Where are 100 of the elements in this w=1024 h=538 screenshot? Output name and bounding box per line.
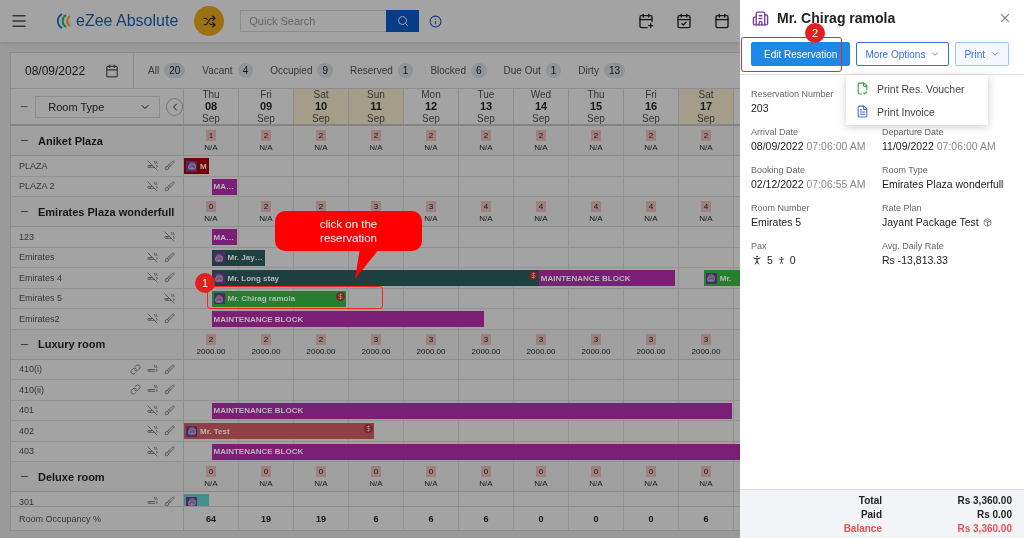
field-value: 11/09/2022 07:06:00 AM	[882, 140, 996, 152]
availability-count: 2	[260, 130, 272, 141]
child-count: 0	[789, 254, 796, 266]
calendar-check-icon[interactable]	[676, 13, 692, 29]
filter-chip[interactable]: Blocked 6	[430, 63, 487, 78]
room-type-select[interactable]: Room Type	[35, 95, 161, 118]
building-icon	[213, 272, 225, 284]
rate-text: N/A	[479, 214, 493, 223]
search-field[interactable]: Quick Search	[240, 10, 387, 32]
availability-count: 2	[700, 130, 712, 141]
total-value: Rs 3,360.00	[956, 495, 1012, 506]
app-logo-text: eZee Absolute	[76, 12, 179, 30]
availability-count: 2	[590, 130, 602, 141]
rate-text: 2000.00	[691, 346, 721, 356]
room-name: 401	[19, 405, 36, 416]
rate-text: N/A	[204, 214, 218, 223]
availability-count: 4	[700, 201, 712, 212]
shuffle-icon	[202, 14, 216, 28]
adult-count: 5	[767, 254, 773, 266]
menu-item[interactable]: Print Invoice	[846, 100, 988, 123]
availability-count: 2	[645, 130, 657, 141]
availability-count: 3	[425, 333, 437, 345]
occupancy-value: 19	[294, 507, 349, 530]
filter-chip[interactable]: Vacant 4	[202, 63, 254, 78]
menu-item[interactable]: Print Res. Voucher	[846, 77, 988, 100]
block-bar[interactable]: MA…	[211, 178, 238, 195]
building-icon	[186, 496, 197, 506]
availability-count: 0	[480, 466, 492, 477]
search-button[interactable]	[386, 10, 420, 32]
day-header: Sat 17 Sep	[679, 89, 734, 124]
reservation-bar[interactable]: Mr. Long stay	[211, 270, 539, 286]
building-icon	[705, 272, 717, 284]
rate-text: N/A	[369, 143, 383, 152]
package-icon	[982, 217, 992, 227]
field-label: Rate Plan	[882, 203, 923, 213]
file-icon	[856, 105, 869, 118]
occupancy-value: 6	[679, 507, 734, 530]
availability-count: 4	[535, 201, 547, 212]
close-icon[interactable]	[998, 11, 1012, 25]
edit-button[interactable]: Edit Reservation	[751, 42, 851, 66]
filter-chip[interactable]: Occupied 9	[270, 63, 333, 78]
field-label: Departure Date	[882, 127, 945, 137]
field-value: Emirates 5	[751, 216, 802, 228]
occupancy-value: 19	[239, 507, 294, 530]
total-value: Rs 0.00	[975, 509, 1012, 520]
room-type-name: Emirates Plaza wonderfull	[38, 205, 175, 218]
reservation-bar[interactable]	[184, 494, 210, 506]
availability-count: 0	[315, 466, 327, 477]
availability-count: 4	[590, 201, 602, 212]
calendar-icon[interactable]	[714, 13, 730, 29]
occupancy-value: 6	[404, 507, 459, 530]
rate-text: N/A	[534, 479, 548, 488]
building-icon	[213, 293, 225, 304]
field-label: Pax	[751, 241, 768, 251]
adult-icon	[751, 254, 763, 266]
availability-count: 2	[535, 130, 547, 141]
occupancy-value: 6	[459, 507, 514, 530]
rate-text: N/A	[259, 214, 273, 223]
info-icon[interactable]	[429, 14, 443, 28]
reservation-bar[interactable]: M	[184, 158, 210, 174]
field-value: Emirates Plaza wonderfull	[882, 178, 1004, 190]
dropdown-button[interactable]: Print	[955, 42, 1009, 66]
previous-button[interactable]	[166, 97, 183, 116]
block-bar[interactable]: MAINTENANCE BLOCK	[211, 443, 740, 460]
availability-count: 3	[370, 333, 382, 345]
field-value: 02/12/2022 07:06:55 AM	[751, 178, 866, 190]
room-name: 123	[19, 231, 36, 242]
reservation-bar[interactable]: Mr. Jay…	[211, 249, 265, 266]
field-value: Rs -13,813.33	[882, 254, 948, 266]
rate-text: N/A	[699, 214, 713, 223]
filter-chip[interactable]: Dirty 13	[578, 63, 626, 78]
building-icon	[213, 252, 225, 263]
block-bar[interactable]: MAINTENANCE BLOCK	[211, 402, 733, 419]
rate-text: N/A	[534, 214, 548, 223]
reservation-bar[interactable]: Mr. Test	[184, 423, 374, 439]
shuffle-button[interactable]	[194, 6, 225, 36]
room-name: Emirates	[19, 252, 56, 263]
building-icon	[752, 9, 769, 27]
occupancy-value: 0	[569, 507, 624, 530]
block-bar[interactable]: MAINTENANCE BLOCK	[211, 311, 484, 327]
calendar-icon[interactable]	[105, 63, 119, 78]
availability-count: 0	[425, 466, 437, 477]
availability-count: 0	[700, 466, 712, 477]
filter-chip[interactable]: Reserved 1	[350, 63, 414, 78]
filter-chip[interactable]: Due Out 1	[503, 63, 562, 78]
block-bar[interactable]: MA…	[211, 229, 238, 245]
availability-count: 2	[480, 130, 492, 141]
guest-name: Mr. Chirag ramola	[777, 10, 897, 26]
availability-count: 0	[370, 466, 382, 477]
rate-text: N/A	[589, 143, 603, 152]
rate-text: N/A	[204, 479, 218, 488]
dropdown-button[interactable]: More Options	[856, 42, 950, 66]
calendar-plus-icon[interactable]	[638, 13, 654, 29]
building-icon	[186, 160, 197, 172]
availability-count: 0	[260, 466, 272, 477]
menu-icon[interactable]	[10, 12, 28, 30]
field-value: 203	[751, 102, 769, 114]
child-icon	[776, 255, 786, 265]
block-bar[interactable]: MAINTENANCE BLOCK	[538, 270, 676, 286]
rate-text: N/A	[589, 479, 603, 488]
